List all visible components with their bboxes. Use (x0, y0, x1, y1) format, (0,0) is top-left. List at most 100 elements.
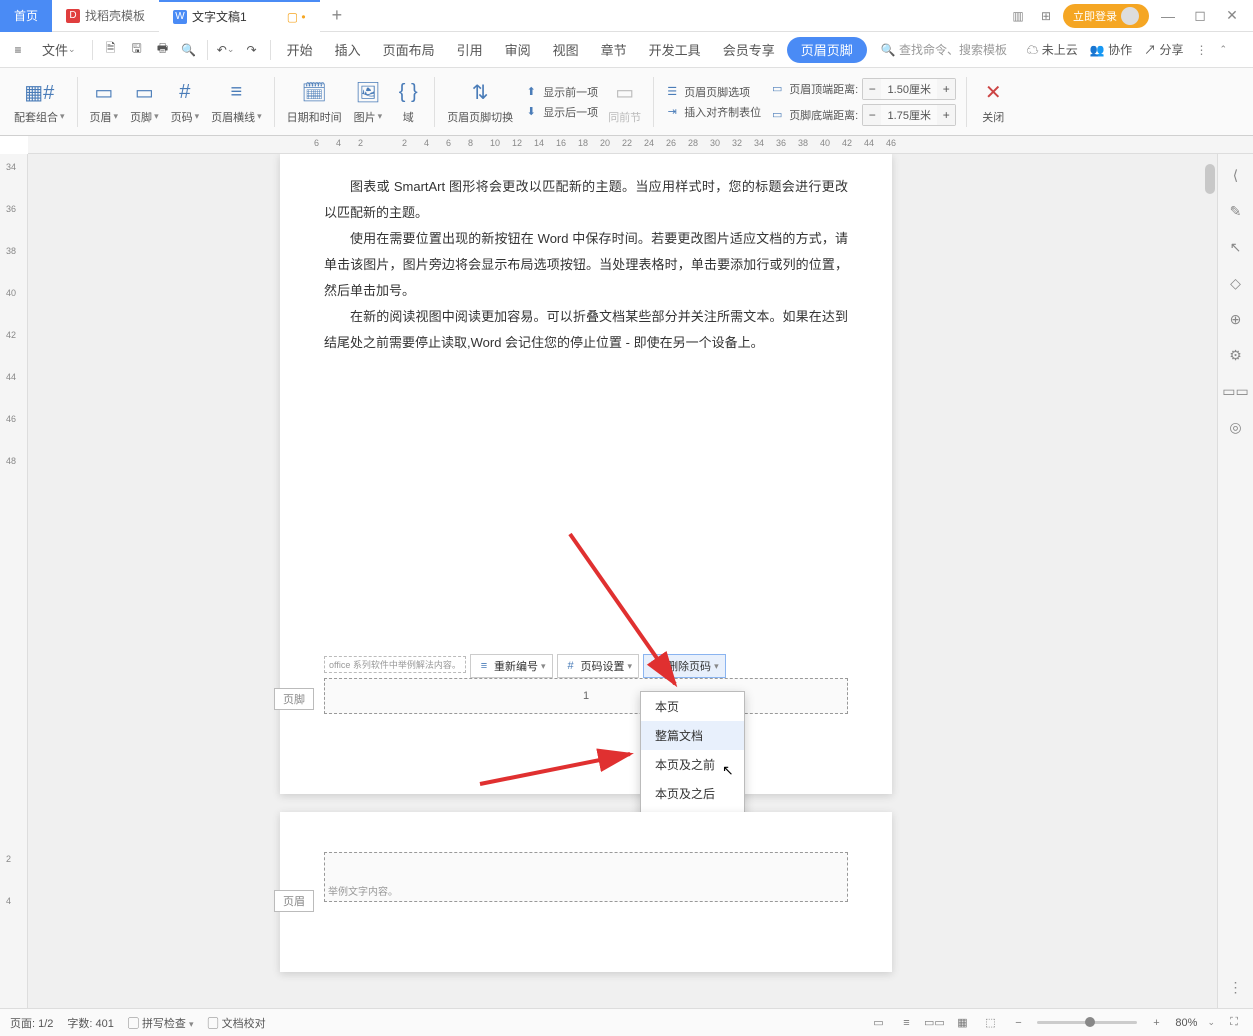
status-proof[interactable]: ▢ 文档校对 (208, 1015, 266, 1031)
zoom-dropdown-icon[interactable]: ⌄ (1207, 1017, 1215, 1028)
sidebar-shape-icon[interactable]: ◇ (1225, 272, 1247, 294)
ribbon-hf-options[interactable]: ☰页眉页脚选项 (664, 84, 761, 100)
menu-icon[interactable]: ≡ (6, 38, 30, 62)
footer-distance-value: 1.75厘米 (881, 107, 937, 123)
ribbon-insert-align[interactable]: ⇥插入对齐制表位 (664, 104, 761, 120)
tab-add[interactable]: + (320, 0, 355, 32)
document-page-2[interactable]: 举例文字内容。 页眉 (280, 812, 892, 972)
close-button[interactable]: ✕ (1219, 3, 1245, 29)
sidebar-expand-icon[interactable]: ⟨ (1225, 164, 1247, 186)
tab-header-footer[interactable]: 页眉页脚 (787, 37, 867, 63)
header-distance-spinner[interactable]: − 1.50厘米 + (862, 78, 956, 100)
cloud-status[interactable]: ☁ 未上云 (1026, 41, 1077, 58)
footer-field[interactable]: 1 (324, 678, 848, 714)
tab-page-layout[interactable]: 页面布局 (373, 32, 445, 68)
vertical-ruler[interactable]: 34 36 38 40 42 44 46 48 2 4 (0, 154, 28, 1008)
ribbon-field[interactable]: { }域 (388, 68, 428, 135)
sidebar-read-icon[interactable]: ▭▭ (1225, 380, 1247, 402)
ribbon-header-line[interactable]: ≡页眉横线▾ (205, 68, 268, 135)
tab-devtools[interactable]: 开发工具 (639, 32, 711, 68)
dropdown-item-after[interactable]: 本页及之后 (641, 779, 744, 808)
file-menu[interactable]: 文件 ⌄ (32, 32, 86, 68)
tab-home[interactable]: 首页 (0, 0, 52, 32)
paragraph: 在新的阅读视图中阅读更加容易。可以折叠文档某些部分并关注所需文本。如果在达到结尾… (324, 304, 848, 356)
ribbon-show-next[interactable]: ⬇显示后一项 (523, 104, 598, 120)
ribbon-pagenum[interactable]: #页码▾ (165, 68, 206, 135)
status-words[interactable]: 字数: 401 (67, 1015, 113, 1031)
tab-document[interactable]: W 文字文稿1 ▢ • (159, 0, 320, 32)
sidebar-select-icon[interactable]: ↖ (1225, 236, 1247, 258)
sidebar-help-icon[interactable]: ◎ (1225, 416, 1247, 438)
spinner-minus[interactable]: − (863, 79, 881, 99)
spinner-minus[interactable]: − (863, 105, 881, 125)
share-button[interactable]: ↗ 分享 (1144, 41, 1183, 58)
ribbon-switch[interactable]: ⇅页眉页脚切换 (441, 68, 519, 135)
pagenum-settings-button[interactable]: #页码设置 ▾ (557, 654, 640, 678)
tab-view[interactable]: 视图 (543, 32, 589, 68)
document-page-1[interactable]: 图表或 SmartArt 图形将会更改以匹配新的主题。当应用样式时，您的标题会进… (280, 154, 892, 794)
status-spell[interactable]: ▢ 拼写检查 ▾ (128, 1015, 194, 1031)
more-icon[interactable]: ⋮ (1195, 43, 1207, 57)
ribbon-datetime[interactable]: 🗓日期和时间 (281, 68, 348, 135)
undo-icon[interactable]: ↶ ⌄ (214, 38, 238, 62)
command-search[interactable]: 🔍 查找命令、搜索模板 (881, 41, 1007, 58)
view-web-icon[interactable]: ▦ (953, 1014, 971, 1032)
tab-insert[interactable]: 插入 (325, 32, 371, 68)
layout-icon[interactable]: ▥ (1007, 5, 1029, 27)
tab-template[interactable]: D 找稻壳模板 (52, 0, 159, 32)
status-page[interactable]: 页面: 1/2 (10, 1015, 53, 1031)
footer-distance-spinner[interactable]: − 1.75厘米 + (862, 104, 956, 126)
dropdown-item-whole-doc[interactable]: 整篇文档 (641, 721, 744, 750)
tab-chapter[interactable]: 章节 (591, 32, 637, 68)
new-icon[interactable]: 🗎 (99, 38, 123, 62)
ribbon-combo[interactable]: ▦#配套组合▾ (8, 68, 71, 135)
sidebar-edit-icon[interactable]: ✎ (1225, 200, 1247, 222)
delete-pagenum-button[interactable]: ✕删除页码 ▾ (643, 654, 726, 678)
sidebar-tools-icon[interactable]: ⚙ (1225, 344, 1247, 366)
sidebar-more-icon[interactable]: ⋮ (1225, 976, 1247, 998)
dropdown-item-before[interactable]: 本页及之前 (641, 750, 744, 779)
sidebar-ai-icon[interactable]: ⊕ (1225, 308, 1247, 330)
vertical-scrollbar[interactable] (1203, 154, 1217, 1008)
page-number: 1 (583, 690, 589, 702)
login-button[interactable]: 立即登录 (1063, 4, 1149, 28)
zoom-out-icon[interactable]: − (1009, 1014, 1027, 1032)
view-focus-icon[interactable]: ⬚ (981, 1014, 999, 1032)
ribbon-picture[interactable]: 🖼图片▾ (348, 68, 389, 135)
title-bar: 首页 D 找稻壳模板 W 文字文稿1 ▢ • + ▥ ⊞ 立即登录 — ◻ ✕ (0, 0, 1253, 32)
tab-references[interactable]: 引用 (447, 32, 493, 68)
apps-icon[interactable]: ⊞ (1035, 5, 1057, 27)
tab-review[interactable]: 审阅 (495, 32, 541, 68)
view-read-icon[interactable]: ▭▭ (925, 1014, 943, 1032)
zoom-knob[interactable] (1085, 1017, 1095, 1027)
collapse-ribbon-icon[interactable]: ⌃ (1219, 44, 1227, 55)
ribbon-footer[interactable]: ▭页脚▾ (124, 68, 165, 135)
view-outline-icon[interactable]: ≡ (897, 1014, 915, 1032)
renumber-button[interactable]: ≡重新编号 ▾ (470, 654, 553, 678)
maximize-button[interactable]: ◻ (1187, 3, 1213, 29)
redo-icon[interactable]: ↷ (240, 38, 264, 62)
ribbon-header[interactable]: ▭页眉▾ (84, 68, 125, 135)
tab-start[interactable]: 开始 (277, 32, 323, 68)
fullscreen-icon[interactable]: ⛶ (1225, 1014, 1243, 1032)
ribbon-same-section[interactable]: ▭同前节 (602, 68, 647, 135)
spinner-plus[interactable]: + (937, 79, 955, 99)
print-icon[interactable]: 🖶 (151, 38, 175, 62)
view-print-icon[interactable]: ▭ (869, 1014, 887, 1032)
header-field[interactable]: 举例文字内容。 (324, 852, 848, 902)
zoom-slider[interactable] (1037, 1021, 1137, 1024)
scrollbar-thumb[interactable] (1205, 164, 1215, 194)
spinner-plus[interactable]: + (937, 105, 955, 125)
status-right: ▭ ≡ ▭▭ ▦ ⬚ − + 80% ⌄ ⛶ (869, 1014, 1243, 1032)
ribbon-close[interactable]: ✕关闭 (973, 68, 1013, 135)
tab-member[interactable]: 会员专享 (713, 32, 785, 68)
minimize-button[interactable]: — (1155, 3, 1181, 29)
preview-icon[interactable]: 🔍 (177, 38, 201, 62)
zoom-in-icon[interactable]: + (1147, 1014, 1165, 1032)
dropdown-item-this-page[interactable]: 本页 (641, 692, 744, 721)
horizontal-ruler[interactable]: 6 4 2 2 4 6 8 10 12 14 16 18 20 22 24 26… (28, 136, 1253, 154)
save-icon[interactable]: 🖫 (125, 38, 149, 62)
collab-button[interactable]: 👥 协作 (1090, 41, 1132, 58)
ribbon-show-prev[interactable]: ⬆显示前一项 (523, 84, 598, 100)
zoom-value[interactable]: 80% (1175, 1017, 1197, 1029)
